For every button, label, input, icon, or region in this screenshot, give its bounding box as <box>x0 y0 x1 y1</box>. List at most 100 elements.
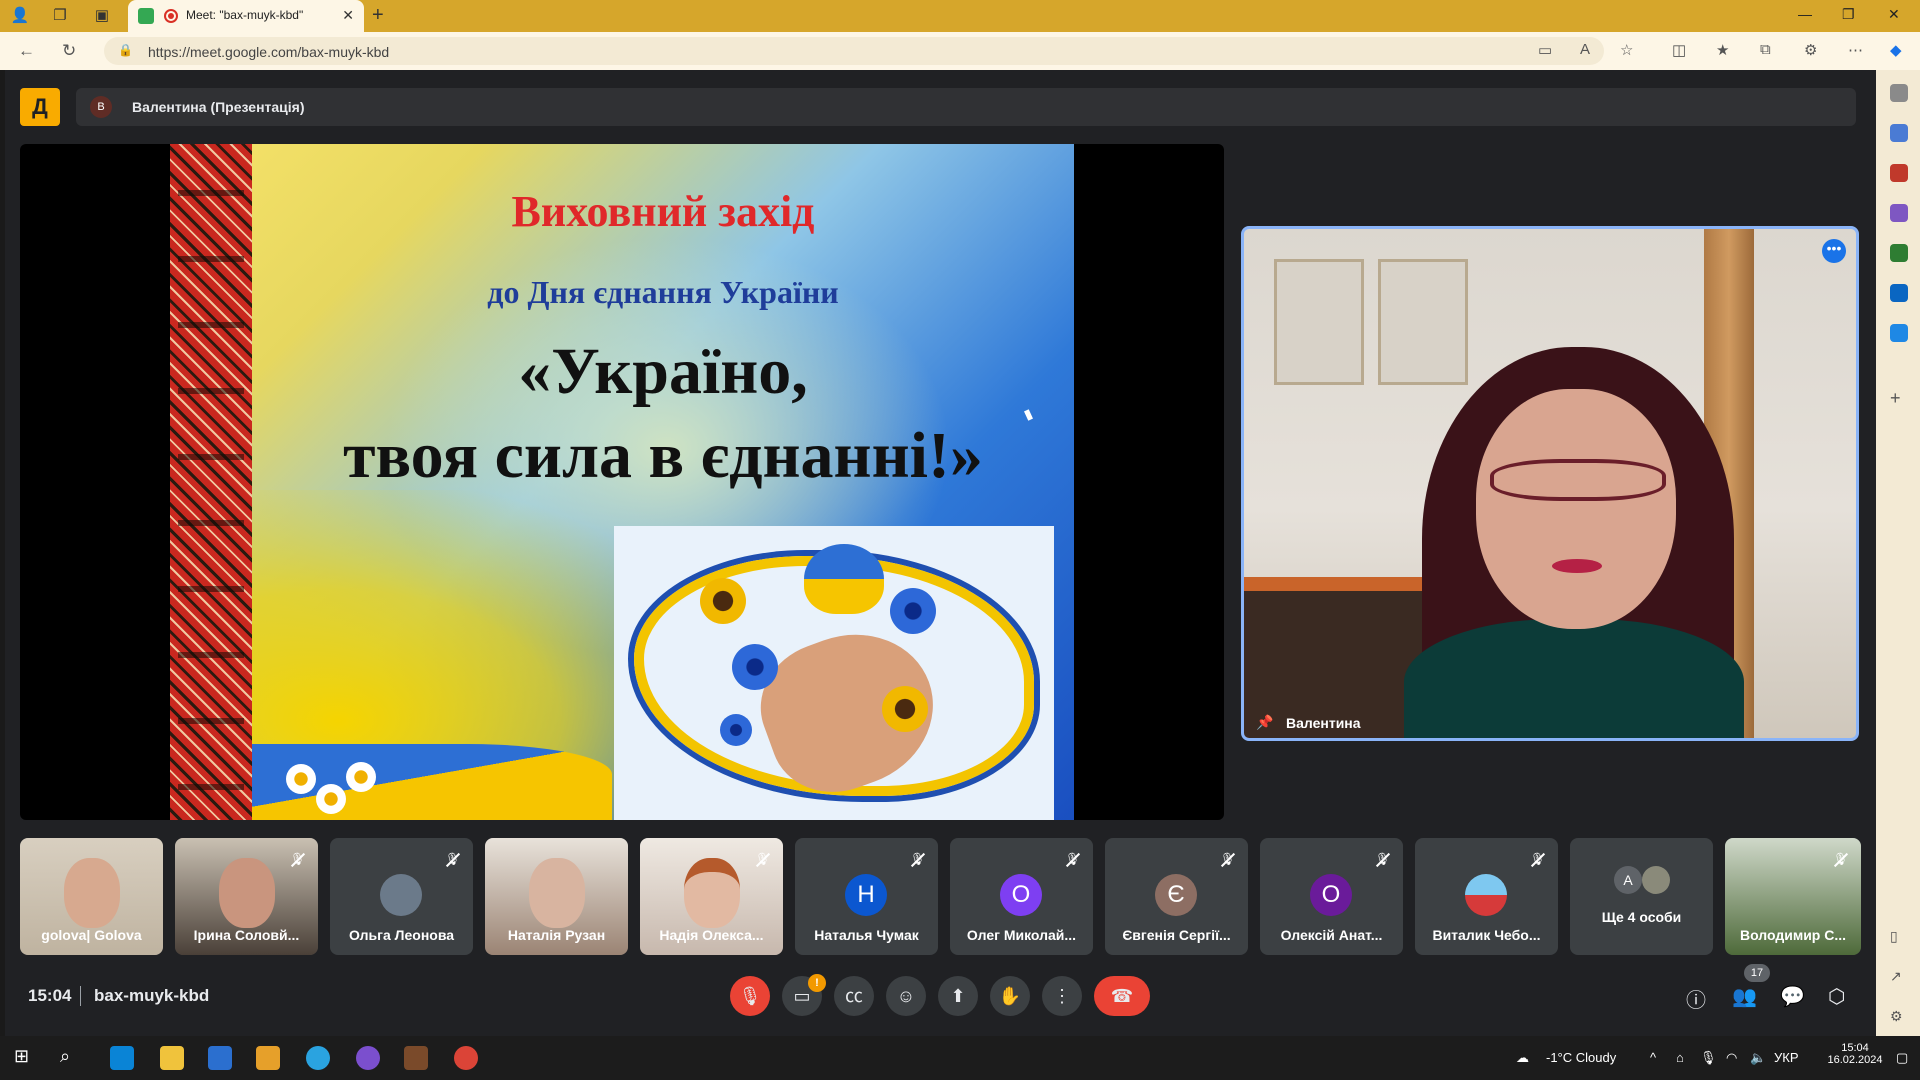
camera-in-use-icon[interactable]: ▭ <box>1538 41 1552 59</box>
more-participants-label: Ще 4 особи <box>1601 909 1682 925</box>
extensions-icon[interactable]: ⚙ <box>1804 41 1817 59</box>
read-aloud-icon[interactable]: A <box>1580 41 1590 58</box>
pin-icon[interactable]: 📌 <box>1256 714 1273 731</box>
close-tab-icon[interactable]: ✕ <box>342 7 354 24</box>
wifi-icon[interactable]: ◠ <box>1726 1050 1737 1066</box>
app-logo[interactable]: Д <box>20 88 60 126</box>
settings-icon[interactable]: ⚙ <box>1890 1008 1908 1026</box>
mic-toggle-button[interactable]: 🎙 <box>730 976 770 1016</box>
language-indicator[interactable]: УКР <box>1774 1050 1799 1065</box>
app-icon[interactable] <box>256 1046 280 1070</box>
back-icon[interactable]: ← <box>18 41 35 61</box>
close-window-icon[interactable]: ✕ <box>1888 6 1900 23</box>
people-icon[interactable]: 👥 <box>1732 984 1757 1009</box>
external-icon[interactable]: ↗ <box>1890 968 1908 986</box>
divider <box>80 986 81 1006</box>
shopping-icon[interactable] <box>1890 164 1908 182</box>
profile-icon[interactable]: 👤 <box>10 6 30 26</box>
mic-off-icon: 🎙 <box>1530 852 1546 866</box>
restore-icon[interactable]: ❐ <box>1842 6 1855 23</box>
favorite-icon[interactable]: ☆ <box>1620 41 1633 59</box>
meeting-code: bax-muyk-kbd <box>94 986 210 1005</box>
mic-off-icon: 🎙 <box>445 852 461 866</box>
add-icon[interactable]: + <box>1890 388 1908 408</box>
tools-icon[interactable] <box>1890 124 1908 142</box>
participant-tile[interactable]: 🎙 Ірина Соловй... <box>175 838 318 955</box>
edge-icon[interactable] <box>110 1046 134 1070</box>
games-icon[interactable] <box>1890 204 1908 222</box>
participant-name: Надія Олекса... <box>659 927 764 943</box>
weather-icon[interactable]: ☁ <box>1516 1050 1529 1066</box>
participant-tile[interactable]: 🎙 Ольга Леонова <box>330 838 473 955</box>
explorer-icon[interactable] <box>160 1046 184 1070</box>
viber-icon[interactable] <box>356 1046 380 1070</box>
people-count-badge: 17 <box>1744 964 1770 982</box>
weather-text[interactable]: -1°C Cloudy <box>1546 1050 1616 1065</box>
refresh-icon[interactable]: ↻ <box>62 41 76 61</box>
clock[interactable]: 15:04 16.02.2024 <box>1820 1042 1890 1066</box>
avatar: Є <box>1155 874 1197 916</box>
notifications-icon[interactable]: ▢ <box>1896 1050 1908 1066</box>
leave-call-button[interactable]: ☎ <box>1094 976 1150 1016</box>
speaker-name: Валентина <box>1286 715 1361 731</box>
search-icon[interactable] <box>1890 84 1908 102</box>
participant-tile[interactable]: 🎙 Виталик Чебо... <box>1415 838 1558 955</box>
more-icon[interactable]: ⋯ <box>1848 41 1863 59</box>
participant-tile[interactable]: Наталія Рузан <box>485 838 628 955</box>
more-participants-tile[interactable]: А Ще 4 особи <box>1570 838 1713 955</box>
participant-name: Наталья Чумак <box>814 927 919 943</box>
collections-icon[interactable]: ⧉ <box>1760 41 1771 58</box>
activities-icon[interactable]: ⬡ <box>1828 984 1845 1009</box>
outlook-icon[interactable] <box>1890 284 1908 302</box>
store-icon[interactable] <box>208 1046 232 1070</box>
send-icon[interactable] <box>1890 324 1908 342</box>
network-icon[interactable]: ⌂ <box>1676 1050 1684 1065</box>
participant-tile[interactable]: 🎙 Надія Олекса... <box>640 838 783 955</box>
slide-quote-line2: твоя сила в єднанні!» <box>343 419 983 492</box>
copilot-icon[interactable]: ◆ <box>1890 41 1902 59</box>
participant-name: Євгенія Сергії... <box>1122 927 1231 943</box>
telegram-icon[interactable] <box>306 1046 330 1070</box>
camera-alert-badge: ! <box>808 974 826 992</box>
participant-name: Ольга Леонова <box>348 927 455 943</box>
tab-meet[interactable]: Meet: "bax-muyk-kbd" ✕ <box>128 0 364 32</box>
start-icon[interactable]: ⊞ <box>14 1046 38 1070</box>
participant-tile[interactable]: golova| Golova <box>20 838 163 955</box>
participant-tile[interactable]: Є 🎙 Євгенія Сергії... <box>1105 838 1248 955</box>
workspaces-icon[interactable]: ❐ <box>50 6 70 26</box>
participant-tile[interactable]: О 🎙 Олексій Анат... <box>1260 838 1403 955</box>
embroidery-border <box>170 144 252 820</box>
reactions-button[interactable]: ☺ <box>886 976 926 1016</box>
avatar <box>1465 874 1507 916</box>
participant-tile[interactable]: 🎙 Володимир С... <box>1725 838 1861 955</box>
chrome-icon[interactable] <box>454 1046 478 1070</box>
app2-icon[interactable] <box>404 1046 428 1070</box>
office-icon[interactable] <box>1890 244 1908 262</box>
minimize-icon[interactable]: — <box>1798 6 1812 22</box>
shared-presentation[interactable]: Виховний захід до Дня єднання України «У… <box>20 144 1224 820</box>
participant-tile[interactable]: Н 🎙 Наталья Чумак <box>795 838 938 955</box>
address-bar[interactable]: 🔒 https://meet.google.com/bax-muyk-kbd <box>104 37 1604 65</box>
slide: Виховний захід до Дня єднання України «У… <box>170 144 1074 820</box>
present-button[interactable]: ⬆ <box>938 976 978 1016</box>
new-tab-button[interactable]: + <box>372 4 384 27</box>
chat-icon[interactable]: 💬 <box>1780 984 1805 1009</box>
speaker-video-tile[interactable]: ••• 📌 Валентина <box>1241 226 1859 741</box>
participant-tile[interactable]: О 🎙 Олег Миколай... <box>950 838 1093 955</box>
favorites-icon[interactable]: ★ <box>1716 41 1729 59</box>
search-icon[interactable]: ⌕ <box>60 1046 84 1070</box>
participant-name: golova| Golova <box>41 927 142 943</box>
more-options-icon[interactable]: ••• <box>1822 239 1846 263</box>
more-options-button[interactable]: ⋮ <box>1042 976 1082 1016</box>
lock-icon[interactable]: 🔒 <box>118 43 133 57</box>
mic-tray-icon[interactable]: 🎙 <box>1700 1050 1717 1066</box>
split-screen-icon[interactable]: ◫ <box>1672 41 1686 59</box>
raise-hand-button[interactable]: ✋ <box>990 976 1030 1016</box>
tab-actions-icon[interactable]: ▣ <box>92 6 112 26</box>
tray-chevron-icon[interactable]: ^ <box>1650 1050 1656 1065</box>
captions-button[interactable]: ㏄ <box>834 976 874 1016</box>
meeting-details-icon[interactable]: ⓘ <box>1686 984 1706 1013</box>
panel-icon[interactable]: ▯ <box>1890 928 1908 946</box>
volume-icon[interactable]: 🔈 <box>1750 1050 1766 1066</box>
url-text[interactable]: https://meet.google.com/bax-muyk-kbd <box>148 44 389 60</box>
